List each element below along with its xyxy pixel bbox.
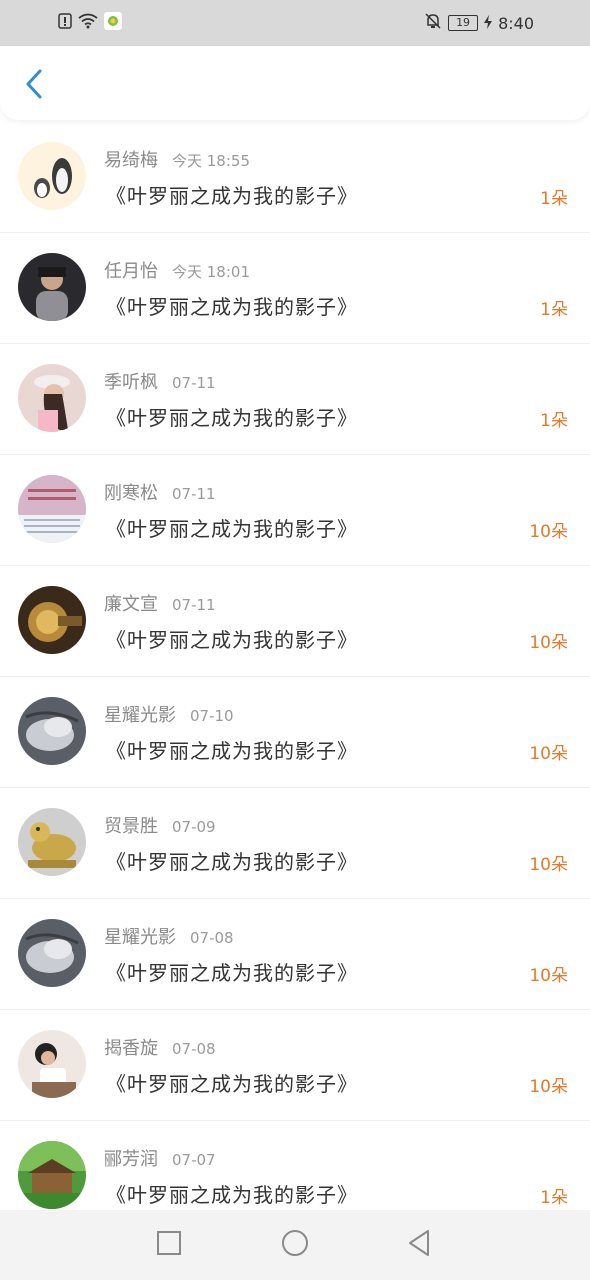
system-back-button[interactable] (404, 1230, 434, 1260)
top-app-bar (0, 46, 590, 120)
sender-name-row: 任月怡 今天 18:01 (104, 257, 250, 283)
avatar[interactable] (18, 1141, 86, 1209)
sender-name-row: 季听枫 07-11 (104, 368, 216, 394)
sender-name: 廉文宣 (104, 594, 158, 615)
list-item[interactable]: 任月怡 今天 18:01 《叶罗丽之成为我的影子》 1朵 (0, 233, 590, 344)
flower-count: 10朵 (529, 633, 568, 653)
sender-name: 季听枫 (104, 372, 158, 393)
avatar[interactable] (18, 142, 86, 210)
gift-record-list: 易绮梅 今天 18:55 《叶罗丽之成为我的影子》 1朵 任月怡 今天 18:01 … (0, 122, 590, 1231)
timestamp: 07-11 (172, 374, 216, 392)
app-notification-icon (104, 12, 122, 34)
timestamp: 07-08 (190, 929, 234, 947)
flower-count: 10朵 (529, 966, 568, 986)
avatar[interactable] (18, 919, 86, 987)
avatar[interactable] (18, 253, 86, 321)
book-title: 《叶罗丽之成为我的影子》 (106, 295, 358, 319)
list-item[interactable]: 刚寒松 07-11 《叶罗丽之成为我的影子》 10朵 (0, 455, 590, 566)
flower-count: 10朵 (529, 1077, 568, 1097)
sender-name-row: 星耀光影 07-08 (104, 923, 234, 949)
system-navigation-bar (0, 1210, 590, 1280)
chevron-left-icon (24, 69, 44, 103)
sender-name-row: 刚寒松 07-11 (104, 479, 216, 505)
book-title: 《叶罗丽之成为我的影子》 (106, 1183, 358, 1207)
sender-name: 星耀光影 (104, 927, 176, 948)
book-title: 《叶罗丽之成为我的影子》 (106, 406, 358, 430)
flower-count: 1朵 (540, 1188, 568, 1208)
book-title: 《叶罗丽之成为我的影子》 (106, 184, 358, 208)
sender-name: 贸景胜 (104, 816, 158, 837)
flower-count: 1朵 (540, 189, 568, 209)
avatar[interactable] (18, 586, 86, 654)
sender-name-row: 郦芳润 07-07 (104, 1145, 216, 1171)
book-title: 《叶罗丽之成为我的影子》 (106, 739, 358, 763)
sender-name: 郦芳润 (104, 1149, 158, 1170)
book-title: 《叶罗丽之成为我的影子》 (106, 850, 358, 874)
back-button[interactable] (16, 68, 52, 104)
timestamp: 07-11 (172, 596, 216, 614)
list-item[interactable]: 贸景胜 07-09 《叶罗丽之成为我的影子》 10朵 (0, 788, 590, 899)
list-item[interactable]: 季听枫 07-11 《叶罗丽之成为我的影子》 1朵 (0, 344, 590, 455)
circle-icon (281, 1229, 309, 1261)
sender-name: 揭香旋 (104, 1038, 158, 1059)
timestamp: 今天 18:01 (172, 263, 250, 281)
sender-name-row: 揭香旋 07-08 (104, 1034, 216, 1060)
book-title: 《叶罗丽之成为我的影子》 (106, 961, 358, 985)
book-title: 《叶罗丽之成为我的影子》 (106, 1072, 358, 1096)
avatar[interactable] (18, 697, 86, 765)
sender-name-row: 星耀光影 07-10 (104, 701, 234, 727)
avatar[interactable] (18, 1030, 86, 1098)
status-bar: 19 8:40 (0, 0, 590, 46)
recent-apps-button[interactable] (154, 1230, 184, 1260)
list-item[interactable]: 揭香旋 07-08 《叶罗丽之成为我的影子》 10朵 (0, 1010, 590, 1121)
flower-count: 1朵 (540, 300, 568, 320)
list-item[interactable]: 易绮梅 今天 18:55 《叶罗丽之成为我的影子》 1朵 (0, 122, 590, 233)
timestamp: 07-09 (172, 818, 216, 836)
sender-name-row: 易绮梅 今天 18:55 (104, 146, 250, 172)
alert-icon (58, 13, 72, 33)
home-button[interactable] (280, 1230, 310, 1260)
charging-icon (484, 14, 493, 33)
flower-count: 1朵 (540, 411, 568, 431)
sender-name: 任月怡 (104, 261, 158, 282)
flower-count: 10朵 (529, 522, 568, 542)
sender-name: 易绮梅 (104, 150, 158, 171)
triangle-back-icon (406, 1229, 432, 1261)
flower-count: 10朵 (529, 855, 568, 875)
timestamp: 07-11 (172, 485, 216, 503)
battery-icon: 19 (448, 15, 479, 31)
sender-name: 星耀光影 (104, 705, 176, 726)
avatar[interactable] (18, 475, 86, 543)
sender-name-row: 廉文宣 07-11 (104, 590, 216, 616)
status-right: 19 8:40 (424, 12, 534, 34)
status-left (58, 12, 122, 34)
timestamp: 今天 18:55 (172, 152, 250, 170)
avatar[interactable] (18, 364, 86, 432)
wifi-icon (78, 13, 98, 33)
timestamp: 07-10 (190, 707, 234, 725)
sender-name: 刚寒松 (104, 483, 158, 504)
book-title: 《叶罗丽之成为我的影子》 (106, 628, 358, 652)
timestamp: 07-07 (172, 1151, 216, 1169)
book-title: 《叶罗丽之成为我的影子》 (106, 517, 358, 541)
avatar[interactable] (18, 808, 86, 876)
list-item[interactable]: 廉文宣 07-11 《叶罗丽之成为我的影子》 10朵 (0, 566, 590, 677)
sender-name-row: 贸景胜 07-09 (104, 812, 216, 838)
status-time: 8:40 (498, 13, 534, 33)
flower-count: 10朵 (529, 744, 568, 764)
mute-bell-icon (424, 12, 442, 34)
list-item[interactable]: 星耀光影 07-08 《叶罗丽之成为我的影子》 10朵 (0, 899, 590, 1010)
list-item[interactable]: 星耀光影 07-10 《叶罗丽之成为我的影子》 10朵 (0, 677, 590, 788)
timestamp: 07-08 (172, 1040, 216, 1058)
square-icon (156, 1230, 182, 1260)
